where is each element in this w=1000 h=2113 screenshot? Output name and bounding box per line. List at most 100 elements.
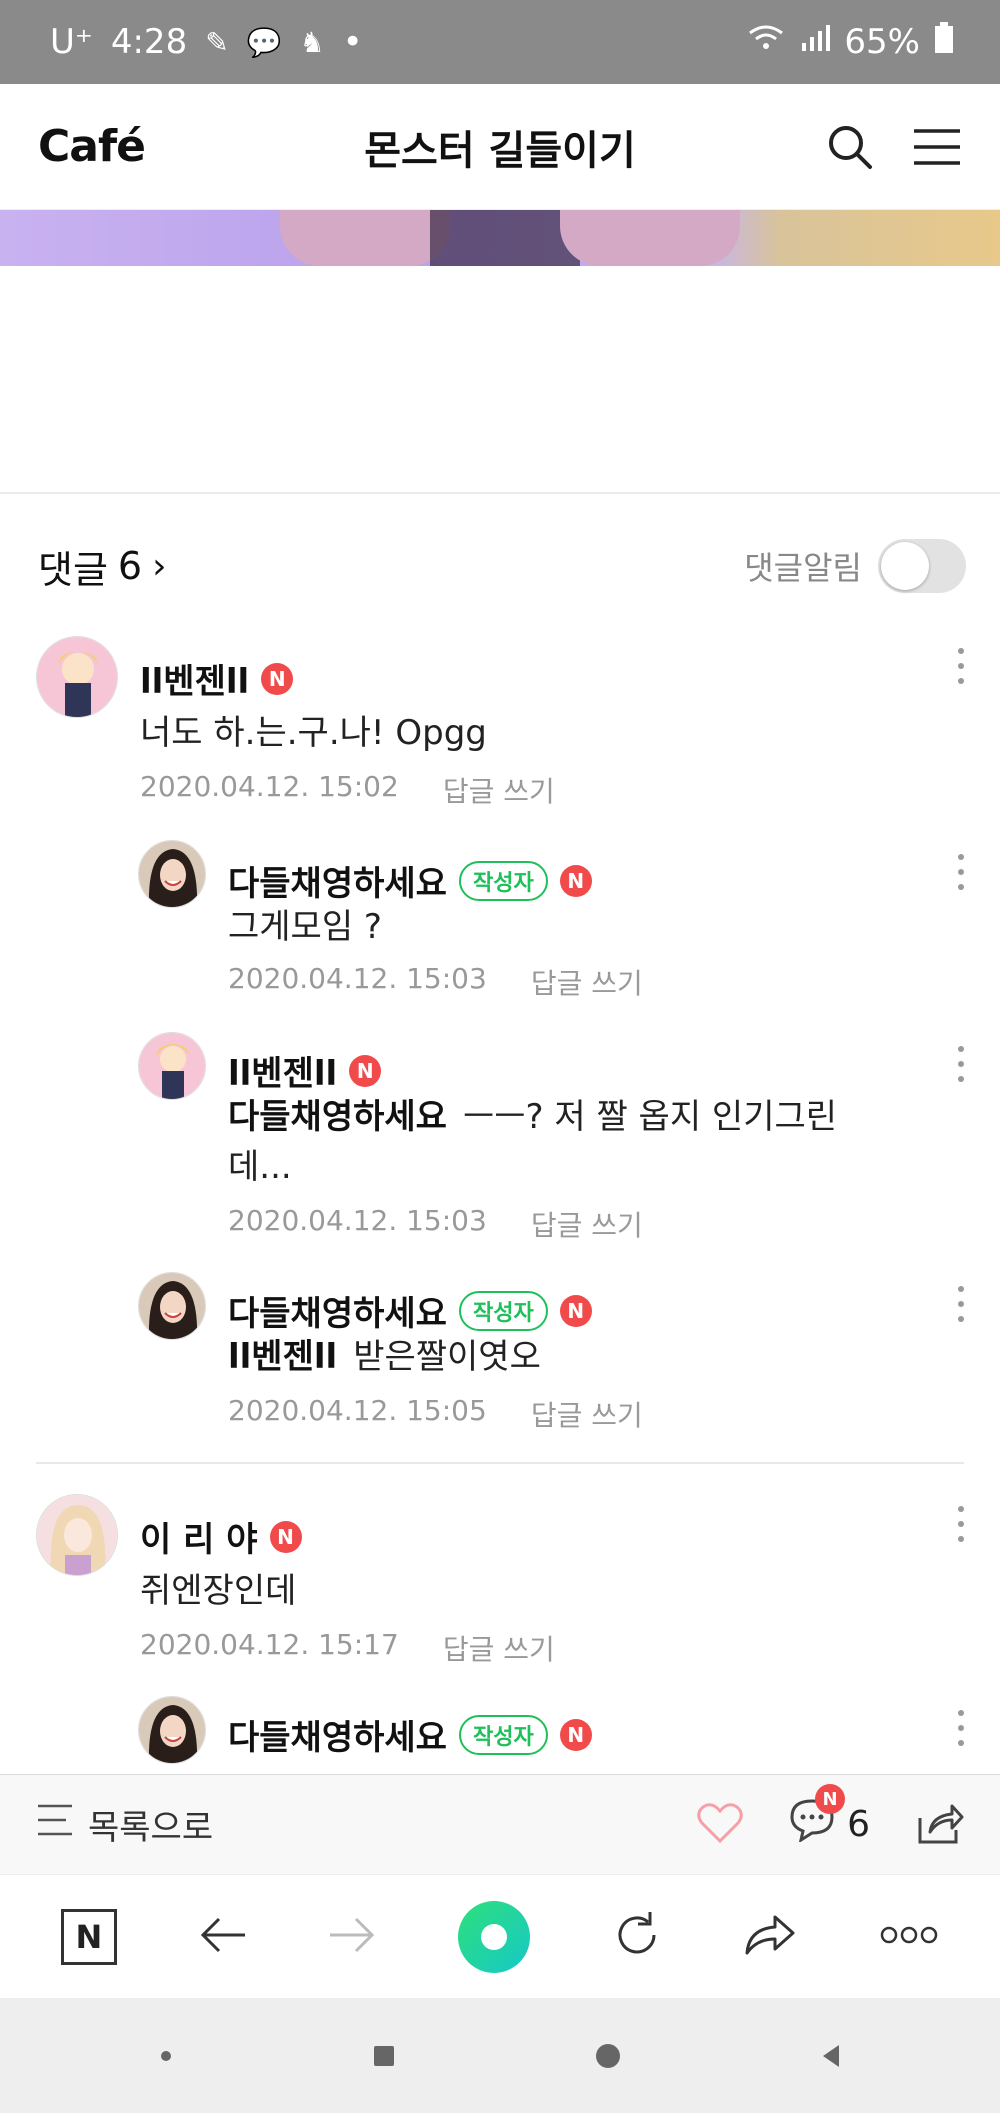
reply-button[interactable]: 답글 쓰기 [531,1394,643,1434]
back-to-list-button[interactable]: 목록으로 [36,1800,213,1849]
wifi-icon [746,22,786,62]
comment-text: 쥐엔장인데 [140,1571,297,1611]
comment-text: 다들채영하세요 ㅡㅡ? 저 짤 옵지 인기그린 데... [228,1092,888,1192]
comment-text-line: 데... [228,1147,292,1187]
back-to-list-label: 목록으로 [88,1808,214,1848]
comment-text-line: 받은짤이엿오 [353,1337,541,1377]
comment-author[interactable]: 다들채영하세요 [228,1710,447,1759]
green-dot-button[interactable] [457,1900,530,1973]
comment-date: 2020.04.12. 15:03 [228,962,487,995]
comment-alert-label: 댓글알림 [744,549,862,587]
avatar[interactable] [36,636,118,718]
app-header: Café 몬스터 길들이기 [0,84,1000,210]
new-badge: N [559,1718,592,1751]
more-options-icon[interactable] [956,1286,966,1322]
comment-count: 6 [847,1804,870,1845]
menu-icon[interactable] [912,127,962,167]
reply-button[interactable]: 답글 쓰기 [531,962,643,1002]
comment-date: 2020.04.12. 15:02 [140,770,399,803]
mention[interactable]: 다들채영하세요 [228,1097,447,1137]
comment-author[interactable]: 다들채영하세요 [228,856,447,905]
comment-author[interactable]: 다들채영하세요 [228,1286,447,1335]
post-image[interactable] [0,210,1000,266]
comment-text: 그게모임 ? [228,907,382,947]
reply-button[interactable]: 답글 쓰기 [531,1204,643,1244]
nav-dot-icon[interactable] [161,2050,172,2061]
more-horizontal-icon[interactable] [879,1924,939,1950]
reply-item: ll벤젠ll N 다들채영하세요 ㅡㅡ? 저 짤 옵지 인기그린 데... 202… [0,1032,1000,1252]
comment-item: ll벤젠ll N 너도 하.는.구.나! Opgg 2020.04.12. 15… [0,636,1000,816]
new-badge: N [261,662,294,695]
search-icon[interactable] [826,123,874,171]
comments-button[interactable]: N 6 [789,1784,870,1851]
comment-author[interactable]: 이 리 야 [140,1512,258,1561]
pill-icon: ✎ [205,25,229,59]
naver-home-button[interactable]: N [60,1908,117,1965]
more-options-icon[interactable] [956,648,966,684]
comment-text-line: ㅡㅡ? 저 짤 옵지 인기그린 [462,1097,838,1137]
battery-icon [934,21,954,63]
comments-label: 댓글 [38,547,108,592]
recent-apps-icon[interactable] [373,2045,394,2066]
writer-badge: 작성자 [458,1714,548,1755]
more-options-icon[interactable] [956,1710,966,1746]
comments-count-link[interactable]: 댓글 6 › [38,539,167,594]
new-badge: N [559,864,592,897]
new-badge: N [815,1784,846,1814]
image-detail [430,210,580,266]
comment-date: 2020.04.12. 15:05 [228,1394,487,1427]
avatar[interactable] [138,1272,206,1340]
comment-date: 2020.04.12. 15:03 [228,1204,487,1237]
heart-icon[interactable] [697,1802,743,1848]
avatar[interactable] [36,1494,118,1576]
new-badge: N [269,1520,302,1553]
cafe-logo[interactable]: Café [38,121,146,172]
image-detail [560,210,740,266]
home-icon[interactable] [596,2043,621,2068]
avatar[interactable] [138,840,206,908]
share-arrow-icon[interactable] [743,1913,797,1961]
avatar[interactable] [138,1032,206,1100]
back-arrow-icon[interactable] [199,1915,247,1959]
comment-author[interactable]: ll벤젠ll [140,654,249,703]
forward-arrow-icon[interactable] [328,1915,376,1959]
back-icon[interactable] [822,2044,839,2067]
reply-button[interactable]: 답글 쓰기 [443,1628,555,1668]
comment-text: ll벤젠ll 받은짤이엿오 [228,1332,541,1382]
divider [0,492,1000,494]
share-icon[interactable] [916,1802,964,1848]
notification-icon: ♞ [299,25,325,59]
comment-author[interactable]: ll벤젠ll [228,1046,337,1095]
system-nav-bar [0,1998,1000,2113]
more-options-icon[interactable] [956,1506,966,1542]
new-badge: N [349,1054,382,1087]
chevron-right-icon: › [152,545,167,587]
divider [36,1462,964,1464]
status-dot: • [342,22,363,62]
toggle-knob [881,542,929,590]
refresh-icon[interactable] [612,1910,662,1964]
signal-icon [800,22,831,62]
browser-toolbar: N [0,1874,1000,1998]
clock: 4:28 [110,22,188,62]
comment-alert-toggle[interactable] [878,539,966,593]
comment-date: 2020.04.12. 15:17 [140,1628,399,1661]
avatar[interactable] [138,1696,206,1764]
mention[interactable]: ll벤젠ll [228,1337,337,1377]
carrier-label: U⁺ [50,22,93,62]
green-dot-center [480,1923,507,1950]
reply-button[interactable]: 답글 쓰기 [443,770,555,810]
writer-badge: 작성자 [458,1290,548,1331]
more-options-icon[interactable] [956,1046,966,1082]
new-badge: N [559,1294,592,1327]
comments-count: 6 [117,544,143,588]
writer-badge: 작성자 [458,860,548,901]
talk-icon: 💬 [246,25,282,59]
reply-item: 다들채영하세요 작성자 N ll벤젠ll 받은짤이엿오 2020.04.12. 1… [0,1272,1000,1442]
image-detail [280,210,450,266]
reply-item: 다들채영하세요 작성자 N 그게모임 ? 2020.04.12. 15:03 답… [0,840,1000,1010]
article-toolbar: 목록으로 N 6 [0,1774,1000,1874]
more-options-icon[interactable] [956,854,966,890]
reply-item: 다들채영하세요 작성자 N [0,1696,1000,1774]
list-icon [36,1803,74,1846]
